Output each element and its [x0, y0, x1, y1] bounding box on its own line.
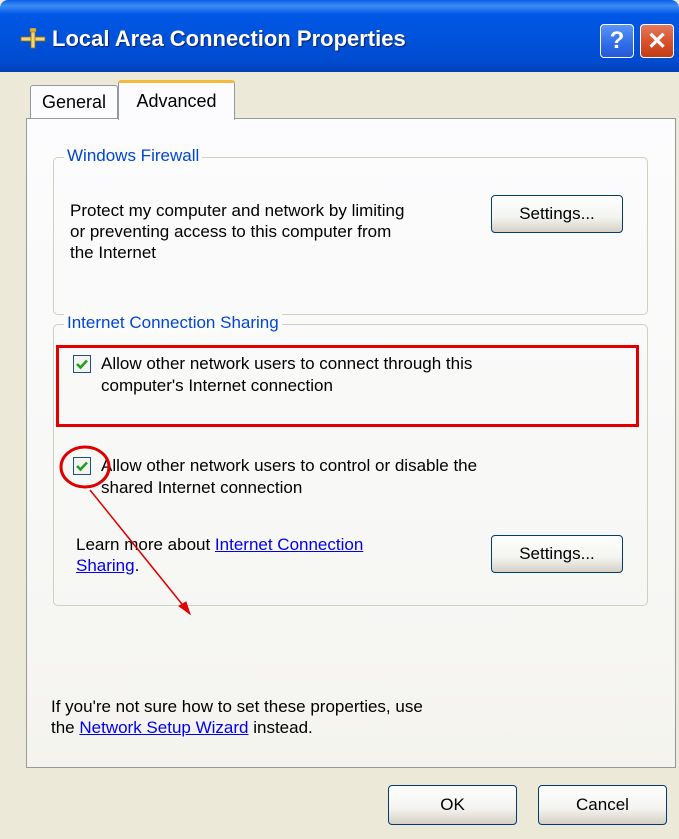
tab-advanced[interactable]: Advanced	[118, 80, 235, 120]
arrow-line-annotation	[89, 489, 191, 615]
properties-dialog: Local Area Connection Properties ? ✕ Gen…	[0, 0, 679, 839]
annotation-overlay	[59, 445, 191, 616]
highlight-circle-annotation	[59, 445, 111, 489]
arrow-head-annotation	[178, 601, 191, 616]
